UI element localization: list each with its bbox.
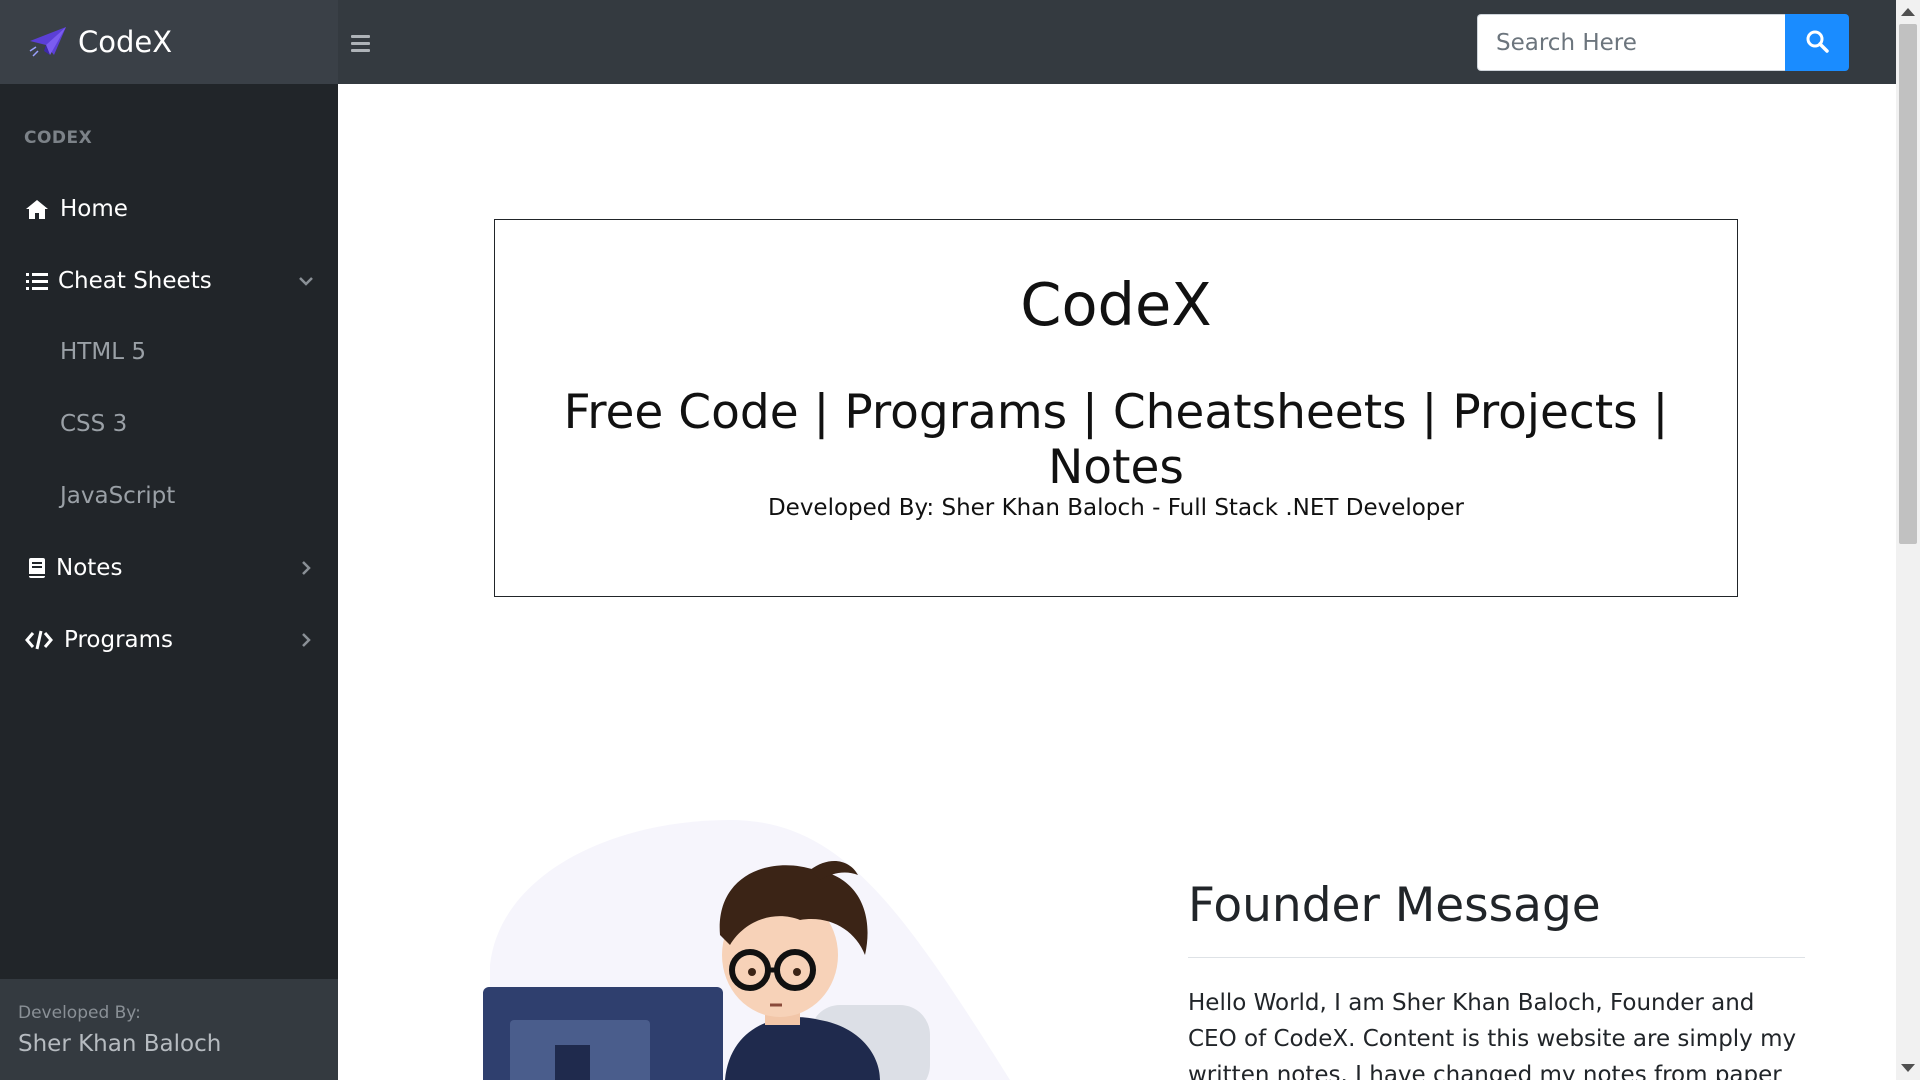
chevron-right-icon [296,630,316,650]
sidebar-item-label: Programs [64,627,174,653]
sidebar-item-label: Notes [56,555,123,581]
hero-tagline: Free Code | Programs | Cheatsheets | Pro… [563,385,1669,495]
sidebar-subitem-html5[interactable]: HTML 5 [60,327,146,377]
home-icon [24,196,50,222]
sidebar-item-home[interactable]: Home [0,181,338,237]
brand[interactable]: CodeX [0,0,338,84]
code-icon [24,627,54,653]
paper-plane-logo-icon [28,22,68,62]
footer-label: Developed By: [18,1003,141,1023]
top-navbar: CodeX [0,0,1896,84]
sidebar-toggle-button[interactable] [340,26,380,60]
sidebar-footer: Developed By: Sher Khan Baloch [0,979,338,1080]
scroll-up-arrow-icon[interactable] [1901,8,1915,16]
brand-name: CodeX [78,25,173,59]
sidebar-item-label: Home [60,196,128,222]
chevron-right-icon [296,558,316,578]
footer-developer-name: Sher Khan Baloch [18,1031,222,1057]
divider [1188,957,1805,958]
scroll-down-arrow-icon[interactable] [1901,1064,1915,1072]
book-icon [24,555,50,581]
search-input[interactable] [1477,14,1785,71]
search-button[interactable] [1785,14,1849,71]
sidebar-item-programs[interactable]: Programs [0,612,338,668]
page-scrollbar[interactable] [1896,0,1920,1080]
sidebar-item-label: Cheat Sheets [58,268,212,294]
hero-title: CodeX [1020,270,1212,339]
sidebar: CODEX Home Cheat Sheets HTML 5 CSS 3 Jav… [0,84,338,979]
sidebar-item-cheat-sheets[interactable]: Cheat Sheets [0,253,338,309]
list-icon [24,268,50,294]
sidebar-subitem-css3[interactable]: CSS 3 [60,399,127,449]
hero-credit: Developed By: Sher Khan Baloch - Full St… [767,495,1465,521]
search-form [1477,14,1849,71]
hamburger-icon [350,34,370,38]
chevron-down-icon [296,271,316,291]
hero-banner: CodeX Free Code | Programs | Cheatsheets… [494,219,1738,597]
scrollbar-thumb[interactable] [1899,24,1917,544]
sidebar-subitem-javascript[interactable]: JavaScript [60,471,175,521]
founder-message-heading: Founder Message [1188,878,1601,933]
founder-message-text: Hello World, I am Sher Khan Baloch, Foun… [1188,990,1797,1080]
developer-illustration [480,815,1040,1080]
search-icon [1805,29,1829,57]
sidebar-heading: CODEX [24,128,93,148]
sidebar-item-notes[interactable]: Notes [0,540,338,596]
